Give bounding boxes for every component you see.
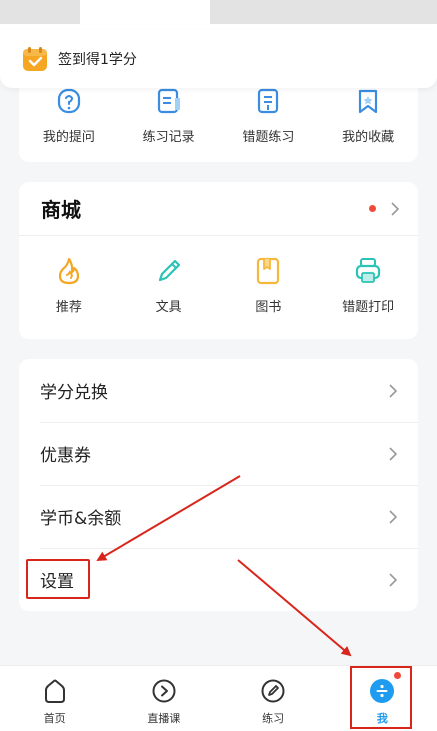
wrong-practice-icon — [258, 88, 279, 114]
cell-label: 我的收藏 — [342, 130, 395, 145]
signin-text: 签到得1学分 — [58, 52, 137, 68]
wrong-print-item[interactable]: 错题打印 — [318, 236, 418, 315]
menu-label: 学分兑换 — [40, 383, 108, 403]
pencil-icon — [158, 259, 180, 282]
signin-banner[interactable]: 签到得1学分 — [0, 30, 437, 88]
tab-label: 直播课 — [147, 712, 181, 725]
tab-label: 首页 — [43, 712, 66, 725]
question-icon — [57, 88, 80, 114]
book-icon — [257, 257, 280, 285]
status-area — [0, 0, 437, 30]
chevron-right-icon — [389, 509, 398, 524]
stationery-item[interactable]: 文具 — [119, 236, 219, 315]
tab-home[interactable]: 首页 — [0, 666, 109, 731]
cell-label: 练习记录 — [142, 130, 195, 145]
menu-label: 学币&余额 — [40, 509, 122, 529]
bookmark-icon — [359, 89, 378, 114]
tab-practice[interactable]: 练习 — [219, 666, 328, 731]
chevron-right-icon — [389, 383, 398, 398]
cell-label: 推荐 — [55, 300, 82, 315]
notification-dot — [369, 205, 376, 212]
settings-highlight-box — [26, 559, 90, 599]
menu-label: 优惠券 — [40, 446, 91, 466]
menu-item-coupons[interactable]: 优惠券 — [19, 422, 418, 485]
tab-label: 练习 — [262, 712, 285, 725]
chevron-right-icon — [389, 446, 398, 461]
cell-label: 图书 — [255, 300, 282, 315]
cell-label: 文具 — [155, 300, 182, 315]
menu-item-coins-balance[interactable]: 学币&余额 — [19, 485, 418, 548]
menu-item-credit-exchange[interactable]: 学分兑换 — [19, 359, 418, 422]
recommend-item[interactable]: 推荐 — [19, 236, 119, 315]
blurred-region — [210, 0, 437, 24]
shop-header[interactable]: 商城 — [19, 182, 418, 236]
blurred-region — [0, 0, 80, 24]
tab-live-class[interactable]: 直播课 — [109, 666, 218, 731]
compass-pen-icon — [261, 679, 285, 703]
shop-title: 商城 — [41, 198, 81, 222]
flame-icon — [58, 257, 79, 285]
cell-label: 错题练习 — [242, 130, 295, 145]
shop-card: 商城 推荐 文具 图书 错题打印 — [19, 182, 418, 339]
cell-label: 错题打印 — [342, 300, 395, 315]
calendar-check-icon — [23, 47, 47, 71]
me-notification-dot — [393, 671, 402, 680]
me-tab-highlight-box — [350, 666, 412, 729]
home-icon — [44, 679, 65, 703]
books-item[interactable]: 图书 — [219, 236, 319, 315]
play-circle-icon — [152, 679, 176, 703]
record-icon — [157, 88, 180, 114]
chevron-right-icon — [391, 201, 400, 216]
printer-icon — [356, 258, 381, 283]
chevron-right-icon — [389, 572, 398, 587]
cell-label: 我的提问 — [42, 130, 95, 145]
study-card: 我的提问 练习记录 错题练习 我的收藏 — [19, 76, 418, 162]
